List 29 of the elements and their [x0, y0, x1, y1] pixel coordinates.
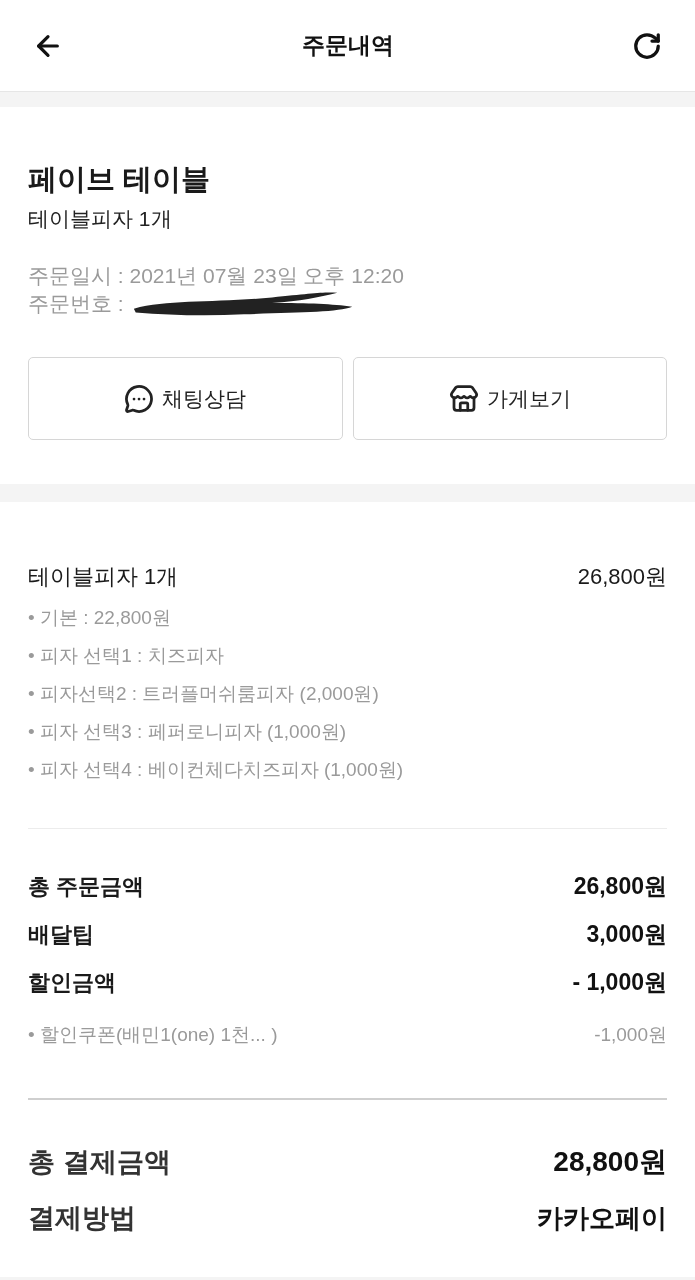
payment-label: 총 결제금액: [28, 1145, 171, 1179]
order-summary: 테이블피자 1개: [28, 206, 173, 232]
view-store-button[interactable]: 가게보기: [352, 357, 667, 440]
chat-consult-button[interactable]: 채팅상담: [28, 357, 343, 440]
discount-detail-label: • 할인쿠폰(배민1(one) 1천... ): [28, 1022, 278, 1047]
total-label: 배달팁: [28, 920, 94, 949]
order-date: 주문일시 : 2021년 07월 23일 오후 12:20: [28, 263, 405, 289]
refresh-icon: [632, 30, 662, 61]
store-icon: [448, 383, 479, 414]
total-value: 3,000원: [586, 919, 667, 949]
store-name: 페이브 테이블: [28, 162, 212, 197]
total-label: 할인금액: [28, 968, 116, 997]
payment-amount-value: 28,800원: [553, 1145, 667, 1179]
menu-option-text: • 피자 선택3 : 페퍼로니피자 (1,000원): [28, 720, 347, 744]
payment-label: 결제방법: [28, 1201, 136, 1235]
total-value: 26,800원: [573, 871, 667, 901]
total-value: - 1,000원: [572, 967, 667, 997]
chat-bubble-icon: [124, 383, 155, 414]
menu-option-text: • 피자 선택1 : 치즈피자: [28, 644, 224, 668]
payment-method-value: 카카오페이: [537, 1201, 667, 1235]
menu-option-text: • 피자선택2 : 트러플머쉬룸피자 (2,000원): [28, 682, 379, 706]
discount-detail-value: -1,000원: [594, 1022, 667, 1047]
page-title: 주문내역: [301, 31, 394, 61]
order-number-label: 주문번호 :: [28, 291, 124, 317]
menu-item-name: 테이블피자 1개: [28, 562, 179, 591]
menu-option-text: • 피자 선택4 : 베이컨체다치즈피자 (1,000원): [28, 758, 404, 782]
total-label: 총 주문금액: [28, 872, 145, 901]
menu-item-price: 26,800원: [577, 562, 667, 591]
menu-option-text: • 기본 : 22,800원: [28, 606, 171, 630]
